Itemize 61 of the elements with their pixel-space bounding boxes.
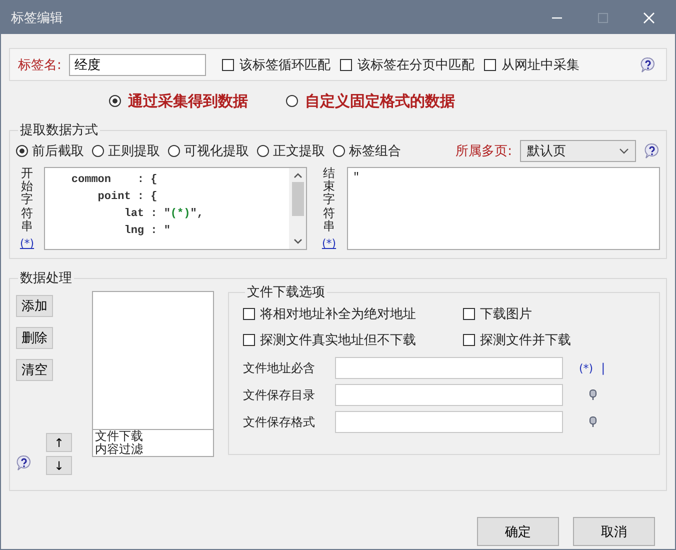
vertical-label: 结束字符串 bbox=[323, 167, 335, 233]
method-radio[interactable]: 前后截取 bbox=[16, 142, 84, 160]
action-button[interactable]: 删除 bbox=[16, 327, 53, 349]
pin-icon bbox=[589, 416, 597, 428]
help-icon bbox=[640, 56, 656, 72]
code-line: lng : " bbox=[123, 224, 172, 239]
help-icon bbox=[644, 143, 660, 159]
text-field[interactable] bbox=[335, 411, 563, 433]
source-mode-radio[interactable]: 通过采集得到数据 bbox=[109, 92, 248, 110]
checkbox-option[interactable]: 下载图片 bbox=[463, 305, 643, 323]
group-title: 文件下载选项 bbox=[246, 284, 326, 301]
checkbox-option[interactable]: 探测文件并下载 bbox=[463, 331, 643, 349]
processing-list[interactable]: 文件下载 内容过滤 bbox=[92, 291, 214, 457]
checkbox-option[interactable]: 探测文件真实地址但不下载 bbox=[243, 331, 457, 349]
help-icon bbox=[16, 455, 32, 471]
text-field[interactable] bbox=[335, 357, 563, 379]
action-button[interactable]: 清空 bbox=[16, 359, 53, 381]
dialog-button[interactable]: 取消 bbox=[573, 517, 655, 546]
code-line: common : { bbox=[70, 173, 158, 188]
maximize-icon bbox=[597, 12, 609, 24]
checkbox-option[interactable]: 该标签循环匹配 bbox=[222, 56, 330, 74]
start-string-field[interactable]: common : { point : { lat : "(*)", lng : " bbox=[44, 167, 307, 250]
caret-icon bbox=[619, 148, 629, 154]
window-title: 标签编辑 bbox=[11, 10, 63, 26]
end-string-field[interactable]: " bbox=[347, 167, 660, 250]
scroll-thumb[interactable] bbox=[292, 182, 304, 216]
wildcard-link[interactable]: (*) bbox=[20, 237, 34, 250]
action-button[interactable]: 添加 bbox=[16, 295, 53, 317]
dialog-button[interactable]: 确定 bbox=[477, 517, 559, 546]
scroll-up-icon[interactable] bbox=[294, 173, 302, 178]
method-radio[interactable]: 正则提取 bbox=[92, 142, 160, 160]
method-radio[interactable]: 正文提取 bbox=[257, 142, 325, 160]
field-label: 文件地址必含 bbox=[243, 360, 316, 376]
checkbox-option[interactable]: 将相对地址补全为绝对地址 bbox=[243, 305, 457, 323]
tag-name-label: 标签名: bbox=[18, 56, 62, 74]
page-label: 所属多页: bbox=[456, 143, 512, 160]
list-item[interactable]: 文件下载 bbox=[93, 430, 213, 443]
field-label: 文件保存目录 bbox=[243, 386, 316, 404]
method-radio[interactable]: 可视化提取 bbox=[168, 142, 249, 160]
text-field[interactable] bbox=[335, 384, 563, 406]
group-title: 数据处理 bbox=[19, 270, 73, 287]
code-line: point : { bbox=[96, 190, 158, 205]
page-dropdown[interactable]: 默认页 bbox=[520, 140, 636, 162]
vertical-label: 开始字符串 bbox=[21, 167, 33, 233]
checkbox-option[interactable]: 从网址中采集 bbox=[484, 56, 580, 74]
wildcard-link[interactable]: (*) bbox=[579, 362, 594, 374]
code-line: lat : "(*)", bbox=[123, 207, 204, 222]
list-item[interactable]: 内容过滤 bbox=[93, 443, 213, 456]
source-mode-radio[interactable]: 自定义固定格式的数据 bbox=[286, 92, 455, 110]
scroll-down-icon[interactable] bbox=[294, 239, 302, 244]
close-icon bbox=[643, 12, 655, 24]
arrow-button[interactable]: ↑ bbox=[46, 433, 72, 452]
checkbox-option[interactable]: 该标签在分页中匹配 bbox=[340, 56, 474, 74]
tag-name-field[interactable]: 经度 bbox=[69, 54, 206, 76]
method-radio[interactable]: 标签组合 bbox=[333, 142, 401, 160]
arrow-button[interactable]: ↓ bbox=[46, 456, 72, 475]
field-label: 文件保存格式 bbox=[243, 414, 316, 430]
pin-icon bbox=[589, 389, 597, 401]
group-title: 提取数据方式 bbox=[19, 122, 99, 139]
wildcard-link[interactable]: (*) bbox=[322, 237, 336, 250]
separator-mark: | bbox=[601, 361, 606, 375]
